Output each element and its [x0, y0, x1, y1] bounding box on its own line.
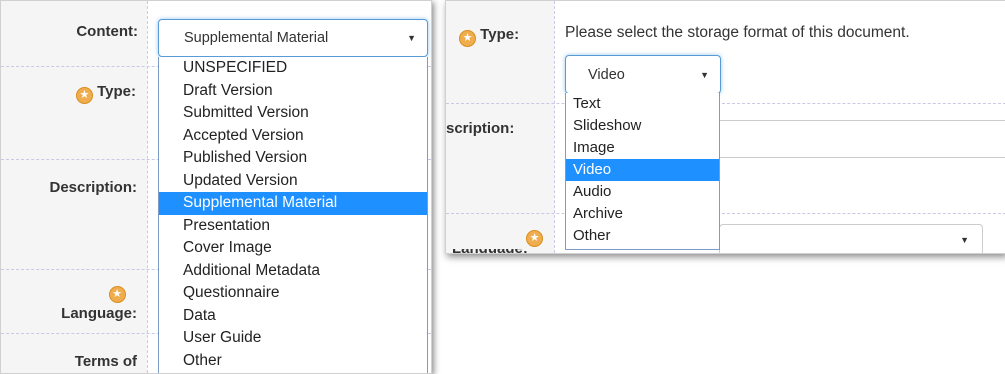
option-presentation[interactable]: Presentation [159, 215, 427, 238]
option-published-version[interactable]: Published Version [159, 147, 427, 170]
language-label: Language: [61, 305, 137, 322]
terms-of-label: Terms of [74, 353, 137, 370]
type-label-text: Type: [480, 26, 520, 43]
option-questionnaire[interactable]: Questionnaire [159, 282, 427, 305]
option-supplemental-material[interactable]: Supplemental Material [159, 192, 427, 215]
option-data[interactable]: Data [159, 305, 427, 328]
content-select[interactable]: Supplemental Material ▼ [158, 19, 428, 57]
option-other[interactable]: Other [159, 350, 427, 373]
format-instruction: Please select the storage format of this… [565, 24, 910, 41]
description-label: Description: [49, 179, 137, 196]
option-slideshow[interactable]: Slideshow [566, 115, 719, 137]
option-additional-metadata[interactable]: Additional Metadata [159, 260, 427, 283]
content-options-list[interactable]: UNSPECIFIED Draft Version Submitted Versio… [158, 57, 428, 373]
content-form-panel: Content: ★ Type: Description: ★ Language… [0, 0, 432, 374]
option-other[interactable]: Other [566, 225, 719, 247]
star-icon: ★ [108, 286, 126, 303]
format-form-panel: ★ Type: scription: ★ Language: Please se… [445, 0, 1005, 254]
content-label: Content: [76, 23, 138, 40]
option-draft-version[interactable]: Draft Version [159, 80, 427, 103]
option-audio[interactable]: Audio [566, 181, 719, 203]
required-marker: ★ [526, 226, 543, 247]
option-archive[interactable]: Archive [566, 203, 719, 225]
option-unspecified[interactable]: UNSPECIFIED [159, 57, 427, 80]
description-label-partial: scription: [446, 120, 515, 137]
type-label-text: Type: [97, 83, 136, 100]
type-label: ★ Type: [75, 83, 136, 104]
star-icon: ★ [526, 230, 543, 247]
chevron-down-icon: ▼ [700, 69, 709, 80]
option-image[interactable]: Image [566, 137, 719, 159]
format-select-value: Video [588, 66, 625, 83]
type-label: ★ Type: [459, 26, 519, 47]
option-user-guide[interactable]: User Guide [159, 327, 427, 350]
required-marker: ★ [97, 282, 137, 303]
format-select[interactable]: Video ▼ [565, 55, 721, 94]
option-updated-version[interactable]: Updated Version [159, 170, 427, 193]
description-input[interactable] [719, 120, 1005, 158]
option-cover-image[interactable]: Cover Image [159, 237, 427, 260]
column-divider [147, 1, 148, 373]
option-video[interactable]: Video [566, 159, 719, 181]
option-submitted-version[interactable]: Submitted Version [159, 102, 427, 125]
chevron-down-icon: ▼ [960, 235, 969, 245]
star-icon: ★ [75, 87, 93, 104]
language-label-clipped: Language: [452, 249, 542, 253]
content-select-value: Supplemental Material [184, 30, 329, 46]
format-options-list[interactable]: Text Slideshow Image Video Audio Archive Other [565, 93, 720, 250]
chevron-down-icon: ▼ [407, 33, 416, 43]
language-select[interactable]: ▼ [719, 224, 983, 253]
column-divider [554, 1, 555, 253]
star-icon: ★ [459, 30, 476, 47]
option-text[interactable]: Text [566, 93, 719, 115]
row-divider [446, 213, 1005, 214]
row-divider [446, 103, 1005, 104]
option-accepted-version[interactable]: Accepted Version [159, 125, 427, 148]
